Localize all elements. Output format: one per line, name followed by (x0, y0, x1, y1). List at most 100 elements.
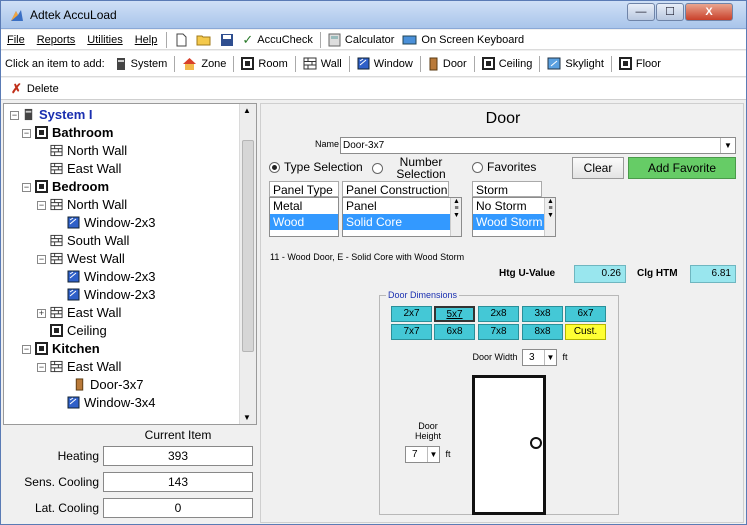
building-tree[interactable]: − System I − Bathroom North Wall East Wa… (3, 103, 257, 425)
dim-7x7-button[interactable]: 7x7 (391, 324, 432, 340)
favorites-radio[interactable]: Favorites (472, 160, 536, 174)
chevron-down-icon[interactable]: ▼ (427, 447, 439, 462)
tree-node-label: East Wall (67, 305, 122, 320)
list-item-selected[interactable]: Wood Storm (473, 214, 544, 230)
menu-file[interactable]: File (1, 34, 31, 46)
chevron-down-icon[interactable]: ▼ (544, 350, 556, 365)
list-item[interactable]: Panel (343, 198, 450, 214)
panel-type-list[interactable]: Metal Wood (269, 197, 339, 237)
add-window-button[interactable]: Window (353, 57, 417, 70)
dim-3x8-button[interactable]: 3x8 (522, 306, 563, 322)
keyboard-icon (402, 35, 417, 44)
add-system-button[interactable]: System (111, 57, 172, 71)
dim-2x8-button[interactable]: 2x8 (478, 306, 519, 322)
tree-node-wall[interactable]: South Wall (50, 232, 129, 250)
tree-collapse-toggle[interactable]: − (22, 129, 31, 138)
keyboard-button[interactable]: On Screen Keyboard (398, 34, 528, 46)
add-floor-label: Floor (635, 57, 661, 70)
clg-htm-label: Clg HTM (637, 268, 678, 279)
menu-reports[interactable]: Reports (31, 34, 82, 46)
tree-node-wall[interactable]: East Wall (50, 160, 121, 178)
scroll-down-arrow[interactable]: ▼ (243, 413, 251, 422)
add-door-button[interactable]: Door (424, 57, 471, 71)
list-scrollbar[interactable]: ▲ ≡ ▼ (544, 198, 555, 236)
tree-collapse-toggle[interactable]: − (37, 255, 46, 264)
list-scrollbar[interactable]: ▲ ≡ ▼ (450, 198, 461, 236)
dim-2x7-button[interactable]: 2x7 (391, 306, 432, 322)
minimize-button[interactable]: — (627, 3, 655, 21)
list-item-selected[interactable]: Wood (270, 214, 338, 230)
close-button[interactable]: X (685, 3, 733, 21)
add-skylight-button[interactable]: Skylight (543, 57, 608, 70)
tree-collapse-toggle[interactable]: − (22, 183, 31, 192)
list-item-selected[interactable]: Solid Core (343, 214, 450, 230)
tree-collapse-toggle[interactable]: − (10, 111, 19, 120)
radio-dot (269, 161, 280, 173)
tree-node-window[interactable]: Window-2x3 (67, 286, 156, 304)
tree-node-window[interactable]: Window-3x4 (67, 394, 156, 412)
scrollbar-thumb[interactable] (242, 140, 254, 352)
list-item[interactable]: Metal (270, 198, 338, 214)
dim-6x7-button[interactable]: 6x7 (565, 306, 606, 322)
tree-node-door[interactable]: Door-3x7 (73, 376, 143, 394)
open-file-button[interactable] (192, 33, 216, 47)
tree-node-room[interactable]: Bedroom (35, 178, 109, 196)
dim-5x7-button[interactable]: 5x7 (434, 306, 475, 322)
tree-node-ceiling[interactable]: Ceiling (50, 322, 107, 340)
tree-node-window[interactable]: Window-2x3 (67, 268, 156, 286)
tree-collapse-toggle[interactable]: − (37, 201, 46, 210)
tree-node-wall[interactable]: East Wall (50, 358, 121, 376)
tree-scrollbar[interactable]: ▲ ▼ (239, 104, 256, 424)
tree-node-wall[interactable]: East Wall (50, 304, 121, 322)
add-ceiling-button[interactable]: Ceiling (478, 57, 537, 70)
delete-x-icon: ✗ (11, 80, 22, 96)
number-selection-radio[interactable]: Number Selection (372, 156, 455, 180)
clear-button[interactable]: Clear (572, 157, 624, 179)
tree-node-label: Bathroom (52, 125, 114, 140)
scroll-up-arrow[interactable]: ▲ (243, 106, 251, 115)
add-floor-button[interactable]: Floor (615, 57, 665, 70)
tree-node-room[interactable]: Kitchen (35, 340, 100, 358)
tree-expand-toggle[interactable]: + (37, 309, 46, 318)
tree-node-label: Kitchen (52, 341, 100, 356)
panel-construction-list[interactable]: Panel Solid Core ▲ ≡ ▼ (342, 197, 462, 237)
add-room-button[interactable]: Room (237, 57, 291, 70)
add-favorite-button[interactable]: Add Favorite (628, 157, 736, 179)
toolbar-separator (294, 55, 296, 72)
add-zone-label: Zone (201, 57, 227, 70)
tree-node-wall[interactable]: North Wall (50, 142, 127, 160)
save-file-button[interactable] (216, 33, 238, 47)
tree-collapse-toggle[interactable]: − (37, 363, 46, 372)
new-file-button[interactable] (170, 33, 192, 47)
tree-collapse-toggle[interactable]: − (22, 345, 31, 354)
door-height-select[interactable]: 7 ▼ (405, 446, 440, 463)
menu-bar: File Reports Utilities Help ✓ AccuCheck … (1, 30, 746, 50)
calculator-icon (328, 33, 341, 46)
htg-u-value-label: Htg U-Value (499, 268, 556, 279)
menu-help[interactable]: Help (129, 34, 164, 46)
storm-list[interactable]: No Storm Wood Storm ▲ ≡ ▼ (472, 197, 556, 237)
menu-utilities[interactable]: Utilities (81, 34, 128, 46)
list-item[interactable]: No Storm (473, 198, 544, 214)
tree-node-wall[interactable]: West Wall (50, 250, 125, 268)
name-combobox[interactable]: Door-3x7 ▼ (340, 137, 736, 154)
accucheck-button[interactable]: ✓ AccuCheck (238, 32, 317, 48)
dim-6x8-button[interactable]: 6x8 (434, 324, 475, 340)
dim-7x8-button[interactable]: 7x8 (478, 324, 519, 340)
delete-button[interactable]: ✗ Delete (7, 81, 63, 97)
tree-node-system[interactable]: System I (22, 106, 92, 124)
add-wall-button[interactable]: Wall (299, 57, 346, 70)
door-width-select[interactable]: 3 ▼ (522, 349, 557, 366)
dim-8x8-button[interactable]: 8x8 (522, 324, 563, 340)
tree-node-room[interactable]: Bathroom (35, 124, 113, 142)
tree-node-window[interactable]: Window-2x3 (67, 214, 156, 232)
dim-custom-button[interactable]: Cust. (565, 324, 606, 340)
maximize-button[interactable]: ☐ (656, 3, 684, 21)
type-selection-radio[interactable]: Type Selection (269, 160, 363, 174)
title-bar[interactable]: Adtek AccuLoad — ☐ X (1, 1, 746, 29)
tree-node-wall[interactable]: North Wall (50, 196, 127, 214)
chevron-down-icon[interactable]: ▼ (720, 138, 735, 153)
calculator-button[interactable]: Calculator (324, 33, 399, 47)
door-height-value: 7 (412, 449, 418, 460)
add-zone-button[interactable]: Zone (178, 57, 230, 71)
